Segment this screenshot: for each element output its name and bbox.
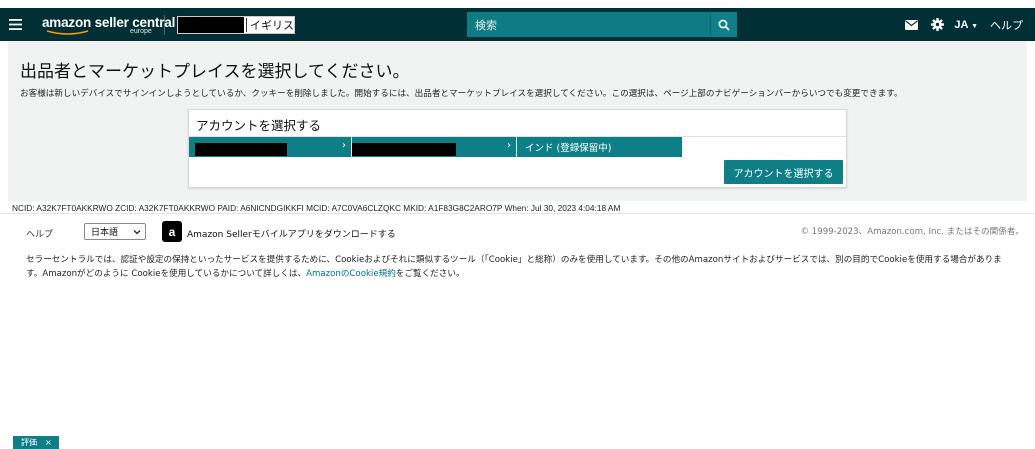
chevron-down-icon [133, 230, 141, 235]
copyright-text: © 1999-2023、Amazon.com, Inc. またはその関係者。 [800, 227, 1024, 237]
marketplace-selection-panel: 出品者とマーケットプレイスを選択してください。 お客様は新しいデバイスでサインイ… [8, 41, 1027, 201]
header-right-tools: JA ▼ ヘルプ [898, 8, 1035, 41]
cookie-notice-text-end: をご覧ください。 [395, 269, 465, 279]
mobile-app-download-link[interactable]: Amazon Sellerモバイルアプリをダウンロードする [187, 227, 396, 240]
feedback-tab[interactable]: 評価 × [13, 436, 59, 449]
session-identifiers: NCID: A32K7FT0AKKRWO ZCID: A32K7FT0AKKRW… [12, 203, 621, 213]
logo-wordmark: amazon seller central [42, 15, 176, 30]
amazon-seller-central-logo[interactable]: amazon seller central europe [42, 8, 175, 41]
search-button[interactable] [710, 12, 737, 37]
search-input[interactable]: 検索 [467, 17, 710, 33]
breadcrumb-marketplace[interactable]: インド (登録保留中) [516, 137, 682, 157]
account-switcher-divider [246, 17, 247, 32]
account-switcher[interactable]: イギリス [177, 15, 295, 34]
footer-help-link[interactable]: ヘルプ [26, 227, 53, 240]
chevron-right-icon: › [507, 140, 511, 151]
amazon-app-icon[interactable]: a [162, 221, 182, 242]
help-link[interactable]: ヘルプ [990, 17, 1023, 33]
chevron-down-icon: ▼ [971, 22, 978, 30]
cookie-notice: セラーセントラルでは、認証や設定の保持といったサービスを提供するために、Cook… [26, 253, 1016, 281]
breadcrumb-region[interactable]: › [351, 137, 516, 157]
messages-button[interactable] [898, 19, 924, 30]
page-description: お客様は新しいデバイスでサインインしようとしているか、クッキーを削除しました。開… [20, 89, 903, 99]
mail-icon [904, 19, 918, 30]
account-picker-card: アカウントを選択する › › インド (登録保留中) アカウントを選択する [188, 109, 847, 188]
chevron-right-icon: › [342, 140, 346, 151]
close-icon[interactable]: × [45, 438, 52, 447]
footer-divider [0, 213, 1035, 214]
top-navigation-bar: amazon seller central europe イギリス 検索 JA … [0, 8, 1035, 41]
feedback-label: 評価 [21, 438, 37, 447]
search-bar[interactable]: 検索 [467, 12, 737, 37]
redacted-seller-name [195, 143, 287, 156]
redacted-region-name [352, 143, 456, 156]
cookie-policy-link[interactable]: AmazonのCookie規約 [306, 269, 396, 279]
settings-button[interactable] [924, 18, 950, 31]
account-breadcrumb: › › インド (登録保留中) [189, 137, 682, 157]
breadcrumb-seller[interactable]: › [189, 137, 351, 157]
menu-button[interactable] [0, 8, 30, 41]
logo-region: europe [130, 28, 152, 35]
footer-language-value: 日本語 [91, 228, 119, 238]
gear-icon [930, 18, 944, 31]
menu-icon [8, 19, 22, 30]
language-label: JA [954, 18, 968, 31]
page-title: 出品者とマーケットプレイスを選択してください。 [20, 62, 410, 82]
footer-language-select[interactable]: 日本語 [84, 223, 146, 240]
redacted-account-name [178, 16, 245, 33]
account-picker-heading: アカウントを選択する [196, 118, 322, 133]
language-selector[interactable]: JA ▼ [954, 19, 978, 31]
logo-smile-icon [46, 30, 89, 35]
search-icon [718, 19, 730, 31]
marketplace-label: イギリス [250, 18, 294, 32]
cookie-notice-text: セラーセントラルでは、認証や設定の保持といったサービスを提供するために、Cook… [26, 255, 1002, 279]
select-account-button[interactable]: アカウントを選択する [724, 160, 843, 184]
